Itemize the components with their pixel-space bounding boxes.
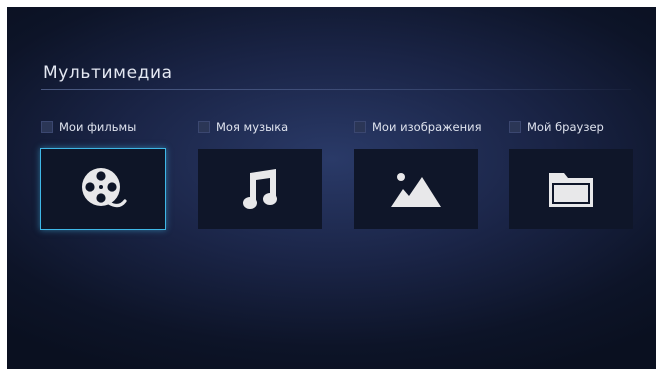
title-divider bbox=[41, 89, 631, 90]
movies-tile[interactable] bbox=[40, 148, 166, 230]
media-item-browser-header: Мой браузер bbox=[509, 119, 635, 135]
image-icon bbox=[389, 165, 443, 213]
media-item-browser[interactable]: Мой браузер bbox=[509, 119, 635, 229]
page-title: Мультимедиа bbox=[43, 63, 173, 83]
checkbox-icon bbox=[41, 121, 53, 133]
media-item-images-header: Мои изображения bbox=[354, 119, 482, 135]
media-item-images[interactable]: Мои изображения bbox=[354, 119, 482, 229]
music-tile[interactable] bbox=[198, 149, 322, 229]
folder-icon bbox=[546, 167, 596, 211]
media-item-movies-header: Мои фильмы bbox=[41, 119, 167, 135]
music-note-icon bbox=[236, 165, 284, 213]
media-item-movies[interactable]: Мои фильмы bbox=[40, 119, 167, 230]
media-item-label: Мои изображения bbox=[372, 120, 482, 134]
media-item-label: Мои фильмы bbox=[59, 120, 137, 134]
media-item-label: Моя музыка bbox=[216, 120, 289, 134]
checkbox-icon bbox=[354, 121, 366, 133]
checkbox-icon bbox=[509, 121, 521, 133]
media-item-music-header: Моя музыка bbox=[198, 119, 324, 135]
checkbox-icon bbox=[198, 121, 210, 133]
images-tile[interactable] bbox=[354, 149, 478, 229]
browser-tile[interactable] bbox=[509, 149, 633, 229]
media-item-music[interactable]: Моя музыка bbox=[198, 119, 324, 229]
media-item-label: Мой браузер bbox=[527, 120, 604, 134]
film-reel-icon bbox=[79, 165, 127, 213]
tv-screen: Мультимедиа Мои фильмы Моя музыка Мои из… bbox=[7, 7, 656, 369]
